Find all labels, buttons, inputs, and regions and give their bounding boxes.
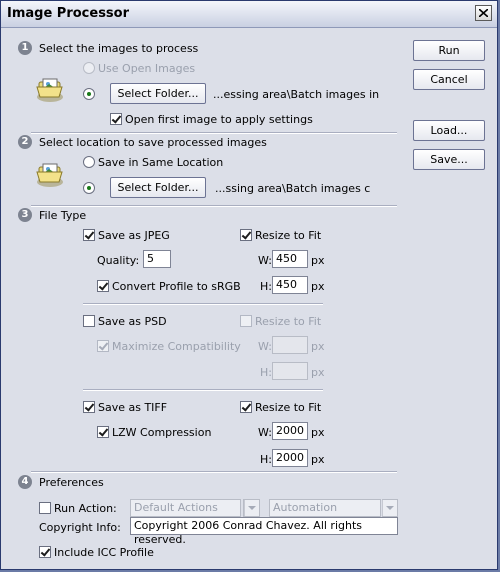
save-as-psd-label: Save as PSD bbox=[98, 315, 167, 328]
select-folder-radio-source[interactable] bbox=[83, 88, 95, 100]
save-as-psd-checkbox[interactable] bbox=[83, 315, 95, 327]
jpeg-quality-input[interactable]: 5 bbox=[143, 250, 171, 268]
tiff-resize-checkbox[interactable] bbox=[240, 401, 252, 413]
use-open-images-label: Use Open Images bbox=[98, 62, 196, 75]
image-processor-dialog: Image Processor Run Cancel Load... Save.… bbox=[0, 0, 498, 570]
psd-height-label: H: bbox=[260, 366, 272, 379]
psd-width-input[interactable] bbox=[272, 336, 308, 354]
step-1-number: 1 bbox=[18, 41, 32, 55]
tiff-height-input[interactable]: 2000 bbox=[272, 449, 308, 467]
psd-resize-label: Resize to Fit bbox=[255, 315, 322, 328]
step-1-heading: Select the images to process bbox=[39, 42, 199, 55]
source-folder-path: ...essing area\Batch images in bbox=[213, 88, 380, 101]
step-4-heading: Preferences bbox=[39, 476, 104, 489]
step-3-number: 3 bbox=[18, 208, 32, 222]
action-set-dropdown[interactable] bbox=[243, 499, 260, 517]
tiff-width-unit: px bbox=[311, 426, 325, 439]
psd-resize-checkbox[interactable] bbox=[240, 315, 252, 327]
divider bbox=[83, 303, 323, 305]
step-2-number: 2 bbox=[18, 135, 32, 149]
jpeg-height-label: H: bbox=[260, 280, 272, 293]
save-same-location-label: Save in Same Location bbox=[98, 156, 224, 169]
tiff-height-unit: px bbox=[311, 453, 325, 466]
divider bbox=[31, 471, 397, 473]
folder-images-icon bbox=[36, 78, 63, 102]
save-same-location-radio[interactable] bbox=[83, 156, 95, 168]
copyright-label: Copyright Info: bbox=[39, 521, 121, 534]
step-2-heading: Select location to save processed images bbox=[39, 136, 267, 149]
include-icc-profile-checkbox[interactable] bbox=[39, 546, 51, 558]
save-as-jpeg-label: Save as JPEG bbox=[98, 229, 170, 242]
jpeg-width-label: W: bbox=[258, 254, 272, 267]
folder-save-icon bbox=[36, 163, 63, 187]
convert-srgb-label: Convert Profile to sRGB bbox=[112, 280, 241, 293]
use-open-images-radio[interactable] bbox=[83, 62, 95, 74]
step-3-heading: File Type bbox=[39, 209, 87, 222]
save-as-tiff-label: Save as TIFF bbox=[98, 401, 168, 414]
action-set-select[interactable]: Default Actions bbox=[130, 499, 241, 517]
jpeg-resize-label: Resize to Fit bbox=[255, 229, 322, 242]
destination-folder-path: ...ssing area\Batch images c bbox=[215, 182, 371, 195]
tiff-resize-label: Resize to Fit bbox=[255, 401, 322, 414]
divider bbox=[83, 389, 323, 391]
open-first-image-checkbox[interactable] bbox=[110, 113, 122, 125]
run-button[interactable]: Run bbox=[413, 40, 485, 61]
close-icon bbox=[479, 9, 488, 17]
jpeg-height-input[interactable]: 450 bbox=[272, 276, 308, 294]
cancel-button[interactable]: Cancel bbox=[413, 69, 485, 90]
jpeg-width-unit: px bbox=[311, 254, 325, 267]
psd-width-label: W: bbox=[258, 340, 272, 353]
chevron-down-icon bbox=[382, 500, 397, 516]
run-action-label: Run Action: bbox=[54, 502, 117, 515]
convert-srgb-checkbox[interactable] bbox=[97, 280, 109, 292]
jpeg-width-input[interactable]: 450 bbox=[272, 250, 308, 268]
action-name-dropdown[interactable] bbox=[382, 499, 398, 517]
copyright-input[interactable]: Copyright 2006 Conrad Chavez. All rights… bbox=[130, 517, 398, 546]
jpeg-height-unit: px bbox=[311, 280, 325, 293]
chevron-down-icon bbox=[244, 500, 259, 516]
psd-height-input[interactable] bbox=[272, 362, 308, 380]
divider bbox=[31, 205, 397, 207]
maximize-compatibility-checkbox[interactable] bbox=[97, 340, 109, 352]
title-bar: Image Processor bbox=[1, 1, 497, 28]
divider bbox=[31, 132, 397, 134]
maximize-compatibility-label: Maximize Compatibility bbox=[112, 340, 241, 353]
tiff-height-label: H: bbox=[260, 453, 272, 466]
lzw-compression-label: LZW Compression bbox=[112, 426, 212, 439]
step-4-number: 4 bbox=[18, 475, 32, 489]
save-as-tiff-checkbox[interactable] bbox=[83, 401, 95, 413]
lzw-compression-checkbox[interactable] bbox=[97, 426, 109, 438]
close-button[interactable] bbox=[475, 5, 492, 21]
psd-width-unit: px bbox=[311, 340, 325, 353]
save-button[interactable]: Save... bbox=[413, 149, 485, 170]
jpeg-resize-checkbox[interactable] bbox=[240, 229, 252, 241]
action-name-select[interactable]: Automation workspaces bbox=[269, 499, 381, 528]
action-set-value: Default Actions bbox=[134, 501, 218, 514]
tiff-width-label: W: bbox=[258, 426, 272, 439]
jpeg-quality-label: Quality: bbox=[97, 254, 140, 267]
include-icc-profile-label: Include ICC Profile bbox=[54, 546, 154, 559]
tiff-width-input[interactable]: 2000 bbox=[272, 422, 308, 440]
dialog-title: Image Processor bbox=[7, 6, 130, 21]
save-as-jpeg-checkbox[interactable] bbox=[83, 229, 95, 241]
load-button[interactable]: Load... bbox=[413, 120, 485, 141]
select-folder-radio-destination[interactable] bbox=[83, 182, 95, 194]
select-destination-folder-button[interactable]: Select Folder... bbox=[110, 177, 206, 198]
run-action-checkbox[interactable] bbox=[39, 502, 51, 514]
psd-height-unit: px bbox=[311, 366, 325, 379]
select-source-folder-button[interactable]: Select Folder... bbox=[110, 83, 206, 104]
open-first-image-label: Open first image to apply settings bbox=[125, 113, 313, 126]
